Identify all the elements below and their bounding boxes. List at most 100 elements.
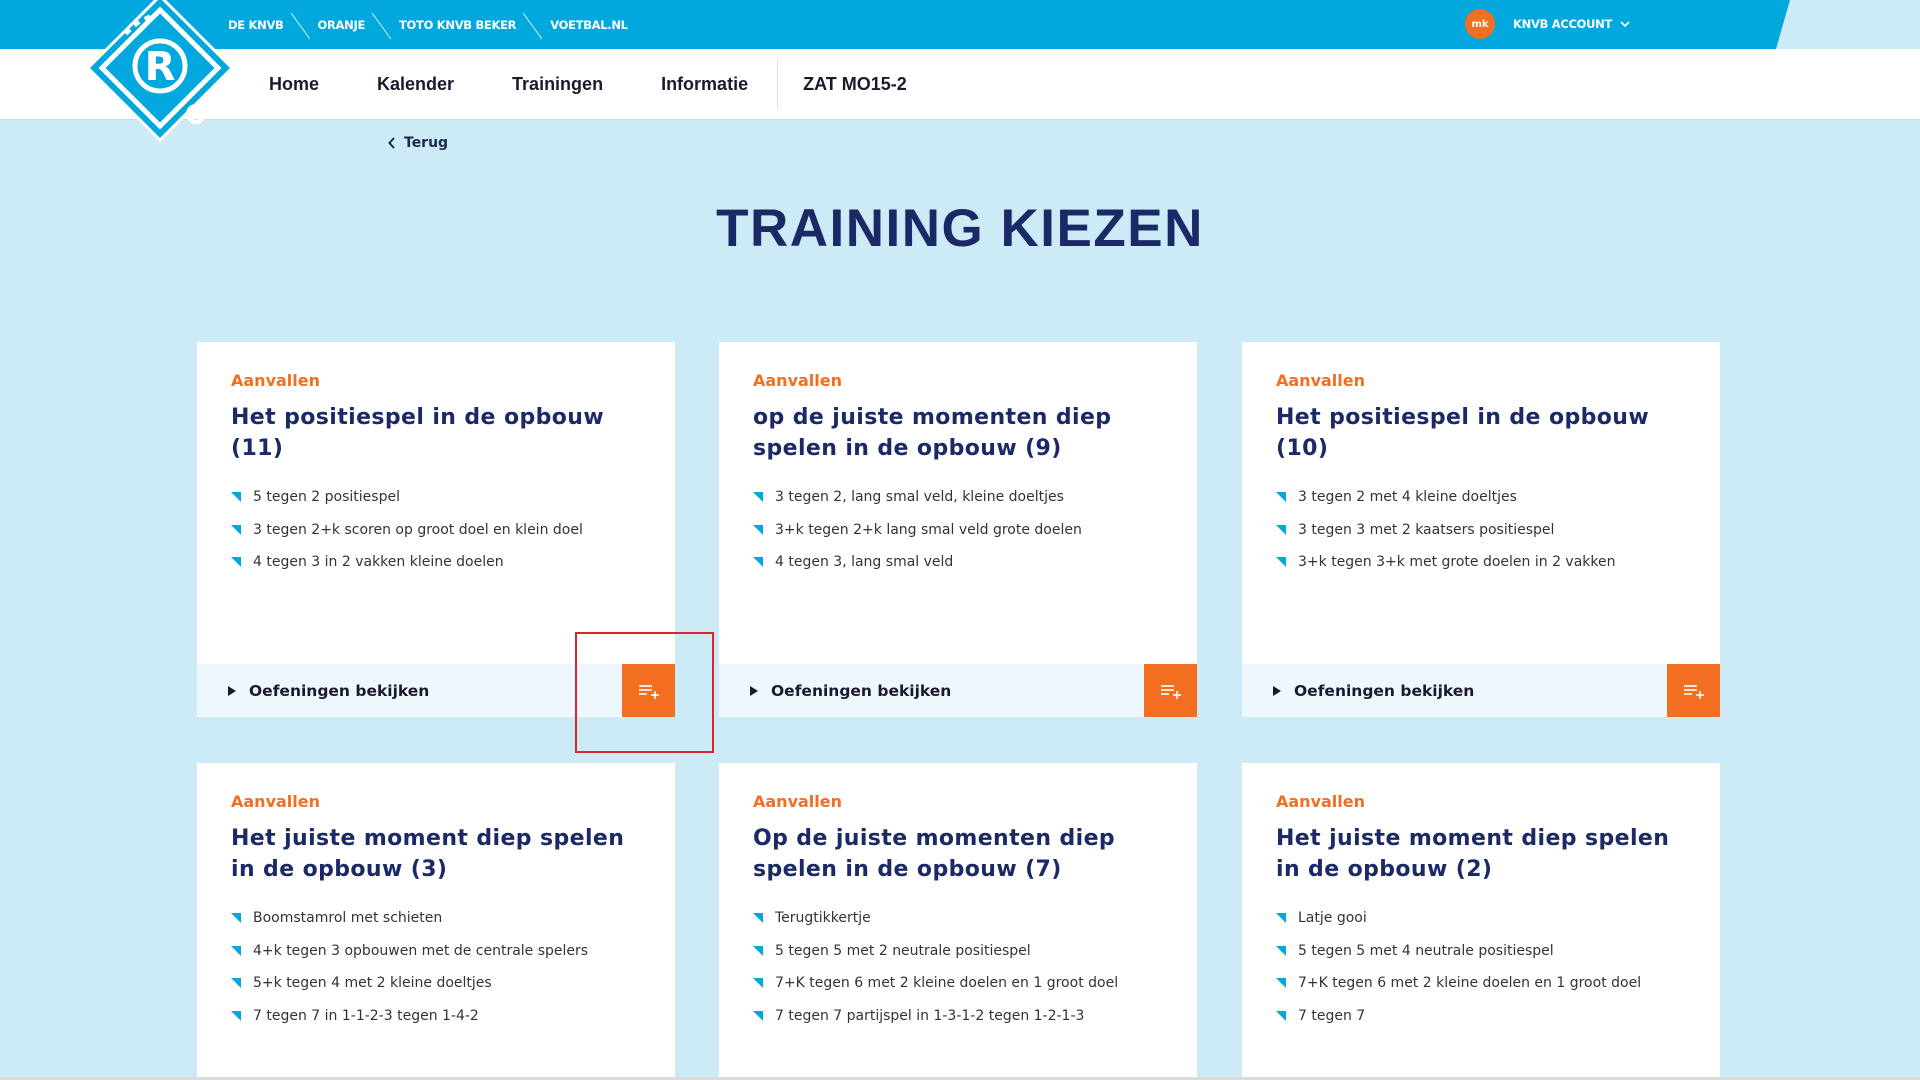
top-link-separator <box>290 0 312 49</box>
triangle-bullet-icon <box>231 978 241 988</box>
logo-letter: R <box>145 44 176 90</box>
card-title: Het positiespel in de opbouw (10) <box>1276 405 1650 461</box>
triangle-bullet-icon <box>231 557 241 567</box>
triangle-bullet-icon <box>231 913 241 923</box>
card-category: Aanvallen <box>753 371 843 390</box>
triangle-bullet-icon <box>753 492 763 502</box>
play-triangle-icon <box>1273 685 1281 696</box>
page-title: TRAINING KIEZEN <box>716 199 1204 258</box>
triangle-bullet-icon <box>1276 945 1286 956</box>
team-selector[interactable]: ZAT MO15-2 <box>778 74 936 95</box>
nav-item-trainingen[interactable]: Trainingen <box>483 74 632 95</box>
triangle-bullet-icon <box>1276 1010 1286 1021</box>
list-item: 4+k tegen 3 opbouwen met de centrale spe… <box>231 943 588 976</box>
training-card-6: Aanvallen Het juiste moment diep spelen … <box>1242 763 1720 1080</box>
list-item: 7+K tegen 6 met 2 kleine doelen en 1 gro… <box>1276 975 1641 1008</box>
nav-item-kalender[interactable]: Kalender <box>348 74 483 95</box>
triangle-bullet-icon <box>231 524 241 535</box>
triangle-bullet-icon <box>1276 557 1286 567</box>
view-exercises-label: Oefeningen bekijken <box>771 681 952 700</box>
exercise-label: 4 tegen 3 in 2 vakken kleine doelen <box>253 554 504 570</box>
card-title: Het positiespel in de opbouw (11) <box>231 405 605 461</box>
list-item: Terugtikkertje <box>753 910 1118 943</box>
list-item: Latje gooi <box>1276 910 1641 943</box>
card-category: Aanvallen <box>231 792 321 811</box>
exercise-label: Terugtikkertje <box>775 910 871 926</box>
card-category: Aanvallen <box>231 371 321 390</box>
exercise-label: 5 tegen 5 met 2 neutrale positiespel <box>775 942 1031 959</box>
exercise-label: Latje gooi <box>1298 910 1367 926</box>
list-item: 7 tegen 7 in 1-1-2-3 tegen 1-4-2 <box>231 1008 588 1041</box>
exercise-label: 7+K tegen 6 met 2 kleine doelen en 1 gro… <box>775 975 1119 991</box>
top-link-separator <box>522 0 544 49</box>
nav-item-informatie[interactable]: Informatie <box>632 74 777 95</box>
card-category: Aanvallen <box>1276 792 1366 811</box>
add-training-button[interactable] <box>1144 664 1197 717</box>
exercise-label: 3 tegen 2+k scoren op groot doel en klei… <box>253 521 583 538</box>
top-link-voetbal-nl[interactable]: VOETBAL.NL <box>550 18 628 32</box>
triangle-bullet-icon <box>753 1010 763 1021</box>
view-exercises-toggle[interactable]: Oefeningen bekijken <box>1272 664 1474 717</box>
list-item: 7+K tegen 6 met 2 kleine doelen en 1 gro… <box>753 975 1118 1008</box>
list-item: 3 tegen 2 met 4 kleine doeltjes <box>1276 489 1616 522</box>
triangle-bullet-icon <box>753 945 763 956</box>
triangle-bullet-icon <box>1276 524 1286 535</box>
exercise-list: Boomstamrol met schieten 4+k tegen 3 opb… <box>231 910 588 1040</box>
account-label: KNVB ACCOUNT <box>1513 17 1612 31</box>
list-item: Boomstamrol met schieten <box>231 910 588 943</box>
triangle-bullet-icon <box>231 492 241 502</box>
playlist-add-icon <box>1683 684 1704 699</box>
account-menu[interactable]: mk KNVB ACCOUNT <box>1465 8 1630 40</box>
top-link-toto-knvb-beker[interactable]: TOTO KNVB BEKER <box>399 18 516 32</box>
top-links: DE KNVB ORANJE TOTO KNVB BEKER VOETBAL.N… <box>228 0 628 49</box>
avatar: mk <box>1465 9 1495 39</box>
exercise-label: 7 tegen 7 <box>1298 1007 1366 1024</box>
exercise-list: Terugtikkertje 5 tegen 5 met 2 neutrale … <box>753 910 1118 1040</box>
card-category: Aanvallen <box>753 792 843 811</box>
triangle-bullet-icon <box>753 913 763 923</box>
card-footer: Oefeningen bekijken <box>1242 664 1720 717</box>
play-triangle-icon <box>228 685 236 696</box>
view-exercises-label: Oefeningen bekijken <box>1294 681 1475 700</box>
triangle-bullet-icon <box>1276 913 1286 923</box>
back-link[interactable]: Terug <box>388 135 448 151</box>
list-item: 4 tegen 3, lang smal veld <box>753 554 1082 587</box>
exercise-list: 3 tegen 2 met 4 kleine doeltjes 3 tegen … <box>1276 489 1616 587</box>
list-item: 7 tegen 7 <box>1276 1008 1641 1041</box>
main-nav: Home Kalender Trainingen Informatie ZAT … <box>0 49 1920 120</box>
back-label: Terug <box>404 135 449 151</box>
list-item: 3+k tegen 3+k met grote doelen in 2 vakk… <box>1276 554 1616 587</box>
top-link-oranje[interactable]: ORANJE <box>318 18 366 32</box>
nav-item-home[interactable]: Home <box>240 74 348 95</box>
exercise-list: 5 tegen 2 positiespel 3 tegen 2+k scoren… <box>231 489 583 587</box>
list-item: 5 tegen 5 met 2 neutrale positiespel <box>753 943 1118 976</box>
card-footer: Oefeningen bekijken <box>719 664 1197 717</box>
exercise-label: 3 tegen 3 met 2 kaatsers positiespel <box>1298 521 1555 538</box>
list-item: 3 tegen 2, lang smal veld, kleine doeltj… <box>753 489 1082 522</box>
view-exercises-toggle[interactable]: Oefeningen bekijken <box>227 664 429 717</box>
play-triangle-icon <box>750 685 758 696</box>
triangle-bullet-icon <box>231 945 241 956</box>
exercise-label: 4+k tegen 3 opbouwen met de centrale spe… <box>253 942 589 959</box>
rinus-logo-icon[interactable]: R <box>78 0 242 156</box>
list-item: 5+k tegen 4 met 2 kleine doeltjes <box>231 975 588 1008</box>
playlist-add-icon <box>1160 684 1181 699</box>
card-title: Op de juiste momenten diep spelen in de … <box>753 826 1116 882</box>
list-item: 4 tegen 3 in 2 vakken kleine doelen <box>231 554 583 587</box>
exercise-label: 3 tegen 2, lang smal veld, kleine doeltj… <box>775 489 1064 505</box>
exercise-label: 7 tegen 7 partijspel in 1-3-1-2 tegen 1-… <box>775 1007 1085 1024</box>
list-item: 3+k tegen 2+k lang smal veld grote doele… <box>753 522 1082 555</box>
list-item: 3 tegen 3 met 2 kaatsers positiespel <box>1276 522 1616 555</box>
exercise-list: 3 tegen 2, lang smal veld, kleine doeltj… <box>753 489 1082 587</box>
training-card-4: Aanvallen Het juiste moment diep spelen … <box>197 763 675 1080</box>
training-card-5: Aanvallen Op de juiste momenten diep spe… <box>719 763 1197 1080</box>
triangle-bullet-icon <box>753 557 763 567</box>
triangle-bullet-icon <box>1276 492 1286 502</box>
exercise-list: Latje gooi 5 tegen 5 met 4 neutrale posi… <box>1276 910 1641 1040</box>
training-card-2: Aanvallen op de juiste momenten diep spe… <box>719 342 1197 717</box>
triangle-bullet-icon <box>1276 978 1286 988</box>
exercise-label: 5+k tegen 4 met 2 kleine doeltjes <box>253 975 492 991</box>
chevron-down-icon <box>1620 19 1630 29</box>
view-exercises-toggle[interactable]: Oefeningen bekijken <box>749 664 951 717</box>
add-training-button[interactable] <box>1667 664 1720 717</box>
